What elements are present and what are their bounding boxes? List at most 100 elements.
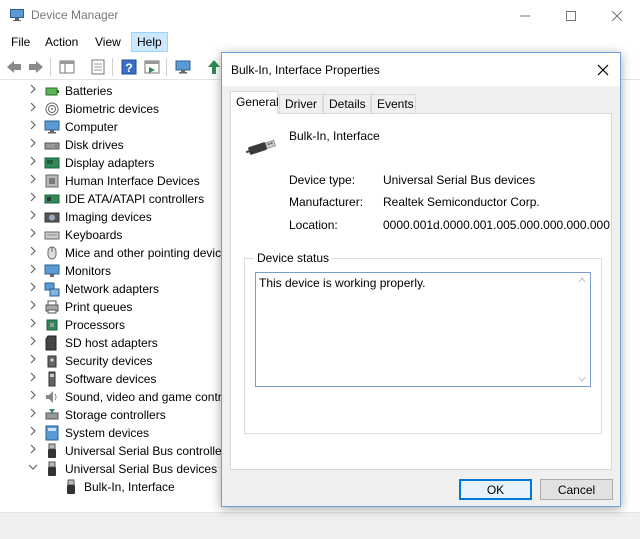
dialog-title: Bulk-In, Interface Properties (231, 63, 380, 77)
tree-item[interactable]: Monitors (0, 262, 230, 280)
disk-drive-icon (44, 137, 60, 153)
tree-item[interactable]: Keyboards (0, 226, 230, 244)
monitor-icon (44, 263, 60, 279)
computer-icon[interactable] (174, 58, 192, 76)
tab-general[interactable]: General (230, 91, 279, 114)
menu-file[interactable]: File (5, 32, 36, 52)
security-device-icon (44, 353, 60, 369)
chevron-right-icon[interactable] (27, 210, 39, 224)
tree-item[interactable]: SD host adapters (0, 334, 230, 352)
dialog-title-bar[interactable]: Bulk-In, Interface Properties (222, 53, 620, 86)
chevron-right-icon[interactable] (27, 102, 39, 116)
chevron-right-icon[interactable] (27, 156, 39, 170)
chevron-right-icon[interactable] (27, 444, 39, 458)
chevron-right-icon[interactable] (27, 354, 39, 368)
tree-item[interactable]: IDE ATA/ATAPI controllers (0, 190, 230, 208)
chevron-right-icon[interactable] (27, 120, 39, 134)
device-status-text: This device is working properly. (259, 276, 426, 290)
device-status-textbox[interactable]: This device is working properly. (255, 272, 591, 387)
properties-icon[interactable] (89, 58, 107, 76)
dialog-close-button[interactable] (586, 53, 620, 86)
back-icon[interactable] (5, 58, 23, 76)
printer-icon (44, 299, 60, 315)
chevron-right-icon[interactable] (27, 390, 39, 404)
menu-view[interactable]: View (89, 32, 127, 52)
horizontal-scrollbar[interactable] (0, 512, 640, 529)
chevron-right-icon[interactable] (27, 408, 39, 422)
tree-item-label: Storage controllers (65, 408, 166, 422)
minimize-button[interactable] (502, 0, 548, 31)
chevron-right-icon[interactable] (27, 84, 39, 98)
close-icon (597, 64, 609, 75)
computer-icon (44, 119, 60, 135)
chevron-right-icon[interactable] (27, 426, 39, 440)
title-bar[interactable]: Device Manager (0, 0, 640, 31)
tree-item-label: System devices (65, 426, 150, 440)
tree-item[interactable]: Storage controllers (0, 406, 230, 424)
tree-item[interactable]: Human Interface Devices (0, 172, 230, 190)
tree-item[interactable]: Software devices (0, 370, 230, 388)
tab-events[interactable]: Events (371, 94, 416, 113)
chevron-right-icon[interactable] (27, 282, 39, 296)
tree-item-label: Sound, video and game contr (65, 390, 222, 404)
forward-icon[interactable] (27, 58, 45, 76)
tree-item[interactable]: Security devices (0, 352, 230, 370)
chevron-up-icon[interactable] (578, 277, 586, 283)
action-pane-icon[interactable] (143, 58, 161, 76)
chevron-right-icon[interactable] (27, 138, 39, 152)
usb-icon (44, 443, 60, 459)
tree-item[interactable]: Processors (0, 316, 230, 334)
maximize-button[interactable] (548, 0, 594, 31)
tree-item-child[interactable]: Bulk-In, Interface (0, 478, 230, 496)
toolbar-separator (50, 58, 51, 76)
tree-item[interactable]: Imaging devices (0, 208, 230, 226)
tree-item-label: Mice and other pointing devic (65, 246, 222, 260)
tree-item[interactable]: Universal Serial Bus devices (0, 460, 230, 478)
tab-driver[interactable]: Driver (279, 94, 323, 113)
close-window-button[interactable] (594, 0, 640, 31)
help-icon[interactable]: ? (120, 58, 138, 76)
chevron-down-icon[interactable] (27, 462, 39, 476)
chevron-down-icon[interactable] (578, 376, 586, 382)
tree-item[interactable]: Print queues (0, 298, 230, 316)
tree-item[interactable]: Display adapters (0, 154, 230, 172)
chevron-right-icon[interactable] (27, 228, 39, 242)
menu-help[interactable]: Help (131, 32, 168, 52)
usb-plug-icon (245, 139, 276, 155)
chevron-right-icon[interactable] (27, 372, 39, 386)
mouse-icon (44, 245, 60, 261)
tree-item[interactable]: Sound, video and game contr (0, 388, 230, 406)
tree-item[interactable]: Mice and other pointing devic (0, 244, 230, 262)
tree-item-label: Processors (65, 318, 126, 332)
network-adapter-icon (44, 281, 60, 297)
chevron-right-icon[interactable] (27, 246, 39, 260)
toolbar-separator (166, 58, 167, 76)
ok-button[interactable]: OK (459, 479, 532, 500)
tree-item[interactable]: System devices (0, 424, 230, 442)
tree-item-label: Biometric devices (65, 102, 160, 116)
device-tree[interactable]: Batteries Biometric devices Computer Disk d… (0, 82, 230, 512)
cancel-button[interactable]: Cancel (540, 479, 613, 500)
tree-item-label: Universal Serial Bus controller (65, 444, 226, 458)
tree-item[interactable]: Universal Serial Bus controller (0, 442, 230, 460)
tree-item[interactable]: Batteries (0, 82, 230, 100)
tree-item[interactable]: Network adapters (0, 280, 230, 298)
tab-details[interactable]: Details (323, 94, 371, 113)
tree-item[interactable]: Biometric devices (0, 100, 230, 118)
chevron-right-icon[interactable] (27, 300, 39, 314)
chevron-right-icon[interactable] (27, 318, 39, 332)
tree-item-label: Universal Serial Bus devices (65, 462, 218, 476)
device-type-value: Universal Serial Bus devices (383, 173, 536, 187)
device-status-label: Device status (254, 251, 333, 265)
chevron-right-icon[interactable] (27, 192, 39, 206)
tree-item[interactable]: Computer (0, 118, 230, 136)
chevron-right-icon[interactable] (27, 174, 39, 188)
chevron-right-icon[interactable] (27, 264, 39, 278)
tree-item[interactable]: Disk drives (0, 136, 230, 154)
tree-item-label: SD host adapters (65, 336, 158, 350)
menu-action[interactable]: Action (39, 32, 84, 52)
show-hide-console-tree-icon[interactable] (58, 58, 76, 76)
chevron-right-icon[interactable] (27, 336, 39, 350)
minimize-icon (520, 15, 530, 16)
status-scrollbar[interactable] (574, 273, 590, 386)
